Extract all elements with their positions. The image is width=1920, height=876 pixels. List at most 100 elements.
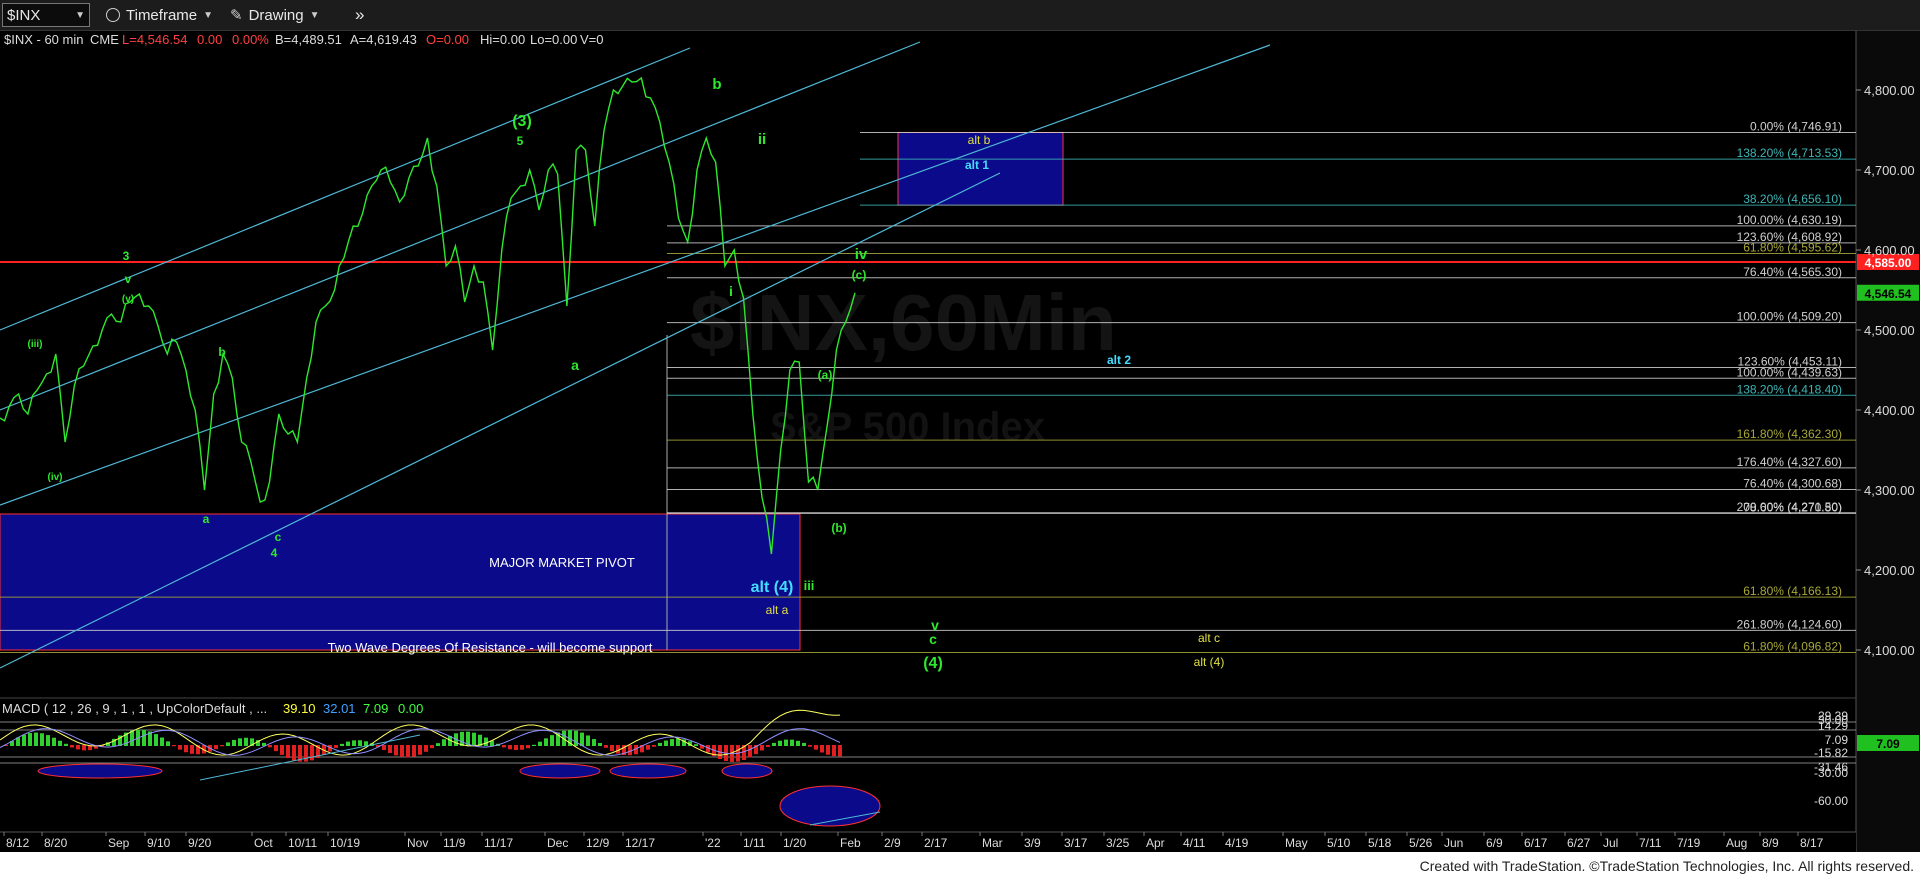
macd-bar xyxy=(484,737,488,746)
macd-bar xyxy=(160,737,164,746)
wave-label: c xyxy=(275,530,282,544)
y-tick-label: 4,200.00 xyxy=(1864,563,1915,578)
y-tick-label: 4,400.00 xyxy=(1864,403,1915,418)
alt-label: alt (4) xyxy=(751,579,794,596)
x-tick-label: 7/19 xyxy=(1677,836,1701,850)
macd-bar xyxy=(70,745,74,748)
clock-icon xyxy=(106,8,120,22)
macd-bar xyxy=(574,730,578,746)
macd-bar xyxy=(424,745,428,752)
x-tick-label: 1/20 xyxy=(783,836,807,850)
macd-bar xyxy=(280,745,284,755)
macd-bar xyxy=(28,733,32,746)
x-tick-label: 10/19 xyxy=(330,836,360,850)
macd-bar xyxy=(544,738,548,746)
macd-bar xyxy=(46,735,50,746)
red-price-label: 4,585.00 xyxy=(1865,256,1912,270)
macd-scale-label: 14.29 xyxy=(1818,719,1848,733)
y-tick-label: 4,800.00 xyxy=(1864,83,1915,98)
x-tick-label: Feb xyxy=(840,836,861,850)
fib-label: 138.20% (4,418.40) xyxy=(1737,382,1842,396)
macd-bar xyxy=(694,744,698,746)
macd-bar xyxy=(358,740,362,746)
x-tick-label: 10/11 xyxy=(288,836,317,850)
dropdown-arrow-icon: ▼ xyxy=(203,9,214,21)
x-tick-label: Nov xyxy=(407,836,428,850)
macd-bar xyxy=(802,742,806,746)
wave-label: 5 xyxy=(517,134,524,148)
info-line-value: 0.00 xyxy=(197,32,222,47)
macd-bar xyxy=(832,745,836,757)
macd-bar xyxy=(166,741,170,746)
macd-bar xyxy=(418,745,422,755)
x-tick-label: 8/17 xyxy=(1800,836,1824,850)
alt-label: alt c xyxy=(1198,631,1220,645)
macd-bar xyxy=(772,742,776,746)
macd-bar xyxy=(394,745,398,756)
macd-bar xyxy=(58,740,62,746)
fib-label: 78.60% (4,270.80) xyxy=(1743,500,1842,514)
x-tick-label: Oct xyxy=(254,836,273,850)
macd-bar xyxy=(232,739,236,746)
alt-label: alt b xyxy=(968,133,991,147)
macd-bar xyxy=(748,745,752,758)
more-tools-button[interactable]: » xyxy=(355,3,364,27)
macd-bar xyxy=(796,740,800,746)
price-chart[interactable]: $INX,60MinS&P 500 Index0.00% (4,746.91)1… xyxy=(0,0,1920,876)
macd-bar xyxy=(778,740,782,746)
macd-value: 0.00 xyxy=(398,701,423,716)
fib-label: 61.80% (4,166.13) xyxy=(1743,584,1842,598)
x-tick-label: 8/9 xyxy=(1762,836,1779,850)
macd-bar xyxy=(34,732,38,746)
wave-label: c xyxy=(929,631,937,647)
macd-bar xyxy=(214,745,218,750)
macd-bar xyxy=(268,745,272,748)
macd-bar xyxy=(412,745,416,757)
fib-label: 76.40% (4,565.30) xyxy=(1743,265,1842,279)
x-tick-label: 6/9 xyxy=(1486,836,1503,850)
symbol-selector[interactable]: $INX ▼ xyxy=(2,3,90,27)
macd-bar xyxy=(82,745,86,751)
wave-label: a xyxy=(571,357,579,373)
alt-label: alt a xyxy=(766,603,789,617)
macd-bar xyxy=(64,743,68,746)
alt-label: alt (4) xyxy=(1194,655,1225,669)
x-tick-label: 5/18 xyxy=(1368,836,1392,850)
macd-bar xyxy=(652,745,656,747)
macd-bar xyxy=(676,738,680,746)
macd-value: 32.01 xyxy=(323,701,356,716)
wave-label: 3 xyxy=(123,249,130,263)
drawing-button[interactable]: ✎ Drawing ▼ xyxy=(230,3,320,27)
wave-label: a xyxy=(203,512,210,526)
wave-label: 4 xyxy=(271,546,278,560)
macd-bar xyxy=(586,735,590,746)
x-tick-label: 1/11 xyxy=(743,836,766,850)
pencil-icon: ✎ xyxy=(230,7,243,24)
macd-bar xyxy=(502,745,506,748)
macd-scale-label: -15.82 xyxy=(1814,746,1848,760)
major-pivot-box xyxy=(0,513,801,651)
macd-bar xyxy=(658,742,662,746)
macd-bar xyxy=(40,733,44,746)
macd-bar xyxy=(334,745,338,748)
x-tick-label: Dec xyxy=(547,836,568,850)
x-tick-label: 6/27 xyxy=(1567,836,1591,850)
x-tick-label: 5/10 xyxy=(1327,836,1351,850)
last-price-label: 4,546.54 xyxy=(1865,287,1912,301)
wave-label: iii xyxy=(804,578,815,593)
dropdown-arrow-icon: ▼ xyxy=(75,9,85,21)
x-tick-label: 4/19 xyxy=(1225,836,1249,850)
x-tick-label: '22 xyxy=(705,836,721,850)
macd-bar xyxy=(580,732,584,746)
y-tick-label: 4,100.00 xyxy=(1864,643,1915,658)
timeframe-button[interactable]: Timeframe ▼ xyxy=(106,3,213,27)
x-tick-label: Sep xyxy=(108,836,130,850)
macd-bar xyxy=(520,745,524,750)
macd-bar xyxy=(76,745,80,750)
pivot-title: MAJOR MARKET PIVOT xyxy=(489,555,635,570)
info-line-value: B=4,489.51 xyxy=(275,32,342,47)
macd-bar xyxy=(244,737,248,746)
wave-label: (4) xyxy=(923,655,943,672)
macd-bar xyxy=(646,745,650,750)
footer-credit: Created with TradeStation. ©TradeStation… xyxy=(1419,858,1914,874)
